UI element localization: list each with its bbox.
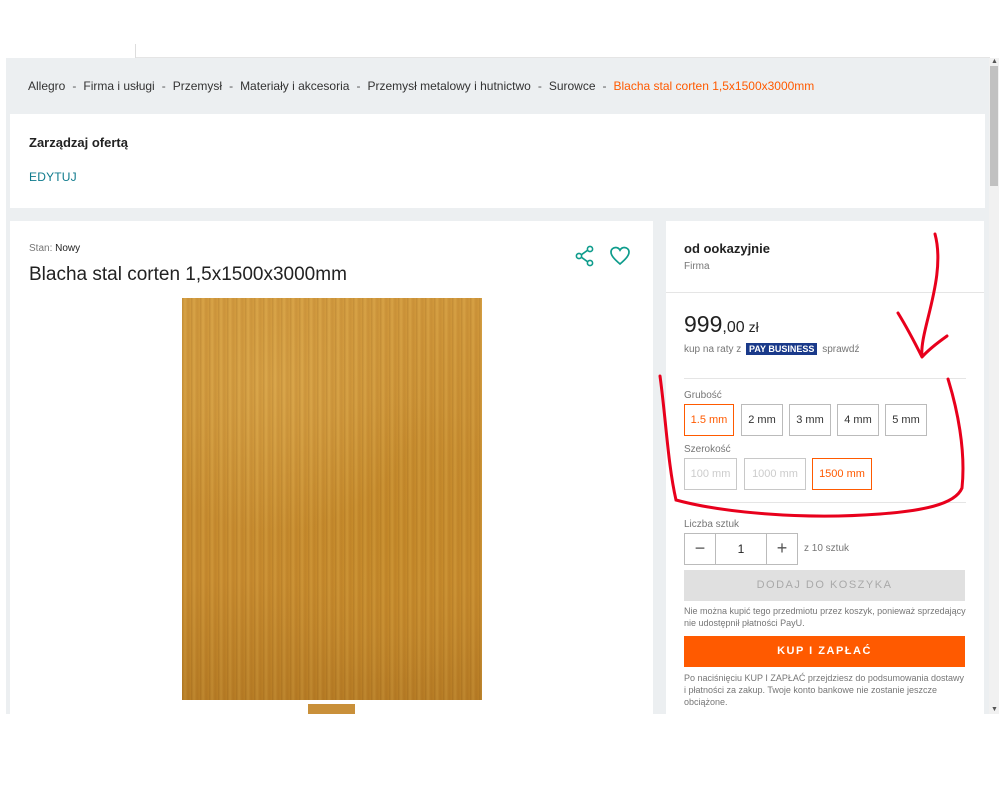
width-option-1500mm[interactable]: 1500 mm	[812, 458, 872, 490]
thickness-option-3mm[interactable]: 3 mm	[789, 404, 831, 436]
browser-tab-fragment	[6, 44, 136, 58]
share-icon[interactable]	[574, 245, 596, 267]
condition-value: Nowy	[55, 243, 81, 254]
breadcrumb-separator: -	[161, 79, 166, 93]
price-whole: 999	[684, 311, 723, 337]
add-to-cart-button[interactable]: DODAJ DO KOSZYKA	[684, 570, 965, 601]
scroll-down-arrow-icon[interactable]: ▼	[991, 706, 998, 714]
edit-offer-link[interactable]: EDYTUJ	[29, 170, 77, 184]
scroll-up-arrow-icon[interactable]: ▲	[991, 58, 998, 66]
condition: Stan: Nowy	[29, 243, 80, 254]
quantity-available: z 10 sztuk	[804, 543, 850, 554]
width-label: Szerokość	[684, 444, 731, 455]
thickness-option-2mm[interactable]: 2 mm	[741, 404, 783, 436]
thickness-label: Grubość	[684, 390, 722, 401]
breadcrumb-item[interactable]: Firma i usługi	[83, 79, 154, 93]
quantity-label: Liczba sztuk	[684, 519, 740, 530]
pay-business-badge: PAY BUSINESS	[746, 343, 818, 355]
breadcrumb-current: Blacha stal corten 1,5x1500x3000mm	[613, 79, 815, 93]
purchase-panel: od ookazyjnie Firma 999,00 zł kup na raty…	[666, 221, 984, 714]
cart-unavailable-note: Nie można kupić tego przedmiotu przez ko…	[684, 606, 966, 628]
price: 999,00 zł	[684, 311, 759, 338]
breadcrumb-separator: -	[356, 79, 361, 93]
breadcrumb-separator: -	[537, 79, 542, 93]
price-currency: zł	[748, 319, 759, 335]
breadcrumb-item[interactable]: Allegro	[28, 79, 65, 93]
scroll-thumb[interactable]	[990, 66, 998, 186]
breadcrumb-item[interactable]: Przemysł	[173, 79, 222, 93]
seller-name[interactable]: od ookazyjnie	[684, 241, 770, 256]
product-thumbnail[interactable]	[308, 704, 355, 714]
quantity-decrease-button[interactable]: −	[684, 533, 716, 565]
breadcrumb-separator: -	[602, 79, 607, 93]
breadcrumb-separator: -	[72, 79, 77, 93]
breadcrumb-item[interactable]: Surowce	[549, 79, 596, 93]
vertical-scrollbar[interactable]: ▲ ▼	[989, 58, 999, 714]
breadcrumb-item[interactable]: Materiały i akcesoria	[240, 79, 349, 93]
product-gallery-card: Stan: Nowy Blacha stal corten 1,5x1500x3…	[10, 221, 653, 714]
divider	[684, 502, 966, 503]
divider	[684, 378, 966, 379]
buy-now-button[interactable]: KUP I ZAPŁAĆ	[684, 636, 965, 667]
width-option-100mm[interactable]: 100 mm	[684, 458, 737, 490]
seller-type: Firma	[684, 261, 710, 272]
heart-icon[interactable]	[609, 245, 631, 267]
product-image[interactable]	[182, 298, 482, 700]
divider	[666, 292, 984, 293]
condition-label: Stan:	[29, 243, 53, 254]
manage-offer-title: Zarządzaj ofertą	[29, 135, 128, 150]
breadcrumb: Allegro - Firma i usługi - Przemysł - Materiał…	[28, 79, 814, 93]
manage-offer-panel: Zarządzaj ofertą EDYTUJ	[10, 114, 985, 208]
thickness-option-5mm[interactable]: 5 mm	[885, 404, 927, 436]
breadcrumb-separator: -	[229, 79, 234, 93]
installments-prefix: kup na raty z	[684, 344, 742, 355]
installments-check-link[interactable]: sprawdź	[822, 344, 859, 355]
page-viewport: Allegro - Firma i usługi - Przemysł - Materiał…	[6, 58, 989, 714]
thickness-option-4mm[interactable]: 4 mm	[837, 404, 879, 436]
buy-info-note: Po naciśnięciu KUP I ZAPŁAĆ przejdziesz …	[684, 673, 964, 707]
price-cents: ,00	[722, 319, 745, 336]
product-title: Blacha stal corten 1,5x1500x3000mm	[29, 264, 347, 285]
thickness-option-1-5mm[interactable]: 1.5 mm	[684, 404, 734, 436]
breadcrumb-item[interactable]: Przemysł metalowy i hutnictwo	[367, 79, 530, 93]
installments-info: kup na raty z PAY BUSINESS sprawdź	[684, 343, 859, 355]
quantity-input[interactable]: 1	[715, 533, 767, 565]
width-option-1000mm[interactable]: 1000 mm	[744, 458, 806, 490]
quantity-increase-button[interactable]: +	[766, 533, 798, 565]
